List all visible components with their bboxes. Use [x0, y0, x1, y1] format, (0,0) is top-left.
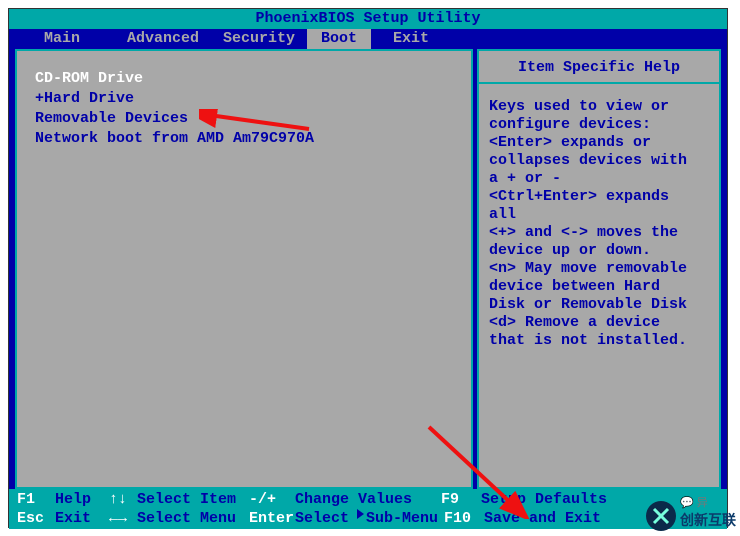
tab-advanced[interactable]: Advanced: [115, 29, 211, 49]
hk-f9: F9: [441, 490, 481, 509]
hk-f10: F10: [444, 509, 484, 528]
hk-f1: F1: [17, 490, 55, 509]
hk-updown-label: Select Item: [137, 490, 249, 509]
help-panel: Item Specific Help Keys used to view or …: [477, 49, 721, 489]
function-key-bar: F1 Help ↑↓ Select Item -/+ Change Values…: [9, 489, 727, 529]
hk-enter: Enter: [249, 509, 295, 528]
help-title: Item Specific Help: [479, 51, 719, 84]
hk-f9-label: Setup Defaults: [481, 490, 607, 509]
title-bar: PhoenixBIOS Setup Utility: [9, 9, 727, 29]
tab-main[interactable]: Main: [9, 29, 115, 49]
hk-enter-label-b: Sub-Menu: [366, 509, 444, 528]
hk-f1-label: Help: [55, 490, 109, 509]
hk-esc: Esc: [17, 509, 55, 528]
watermark-text: 创新互联: [680, 510, 736, 530]
hk-plusminus-label: Change Values: [295, 490, 441, 509]
boot-list[interactable]: CD-ROM Drive +Hard Drive Removable Devic…: [29, 69, 459, 149]
hk-plusminus: -/+: [249, 490, 295, 509]
tab-exit[interactable]: Exit: [371, 29, 451, 49]
tab-boot[interactable]: Boot: [307, 29, 371, 49]
title-text: PhoenixBIOS Setup Utility: [255, 10, 480, 27]
boot-item-removable[interactable]: Removable Devices: [29, 109, 459, 129]
watermark: 💬 异 创新互联: [644, 498, 736, 534]
hk-enter-label-a: Select: [295, 509, 355, 528]
submenu-arrow-icon: [357, 509, 364, 519]
boot-item-cdrom[interactable]: CD-ROM Drive: [29, 69, 459, 89]
hk-esc-label: Exit: [55, 509, 109, 528]
hk-f10-label: Save and Exit: [484, 509, 601, 528]
menu-bar: Main Advanced Security Boot Exit: [9, 29, 727, 49]
watermark-logo-icon: [644, 499, 678, 533]
tab-security[interactable]: Security: [211, 29, 307, 49]
boot-order-panel: CD-ROM Drive +Hard Drive Removable Devic…: [15, 49, 473, 489]
content-area: CD-ROM Drive +Hard Drive Removable Devic…: [9, 49, 727, 489]
hk-leftright-label: Select Menu: [137, 509, 249, 528]
boot-item-hard-drive[interactable]: +Hard Drive: [29, 89, 459, 109]
bios-window: PhoenixBIOS Setup Utility Main Advanced …: [8, 8, 728, 528]
hk-leftright: ←→: [109, 509, 137, 528]
help-body: Keys used to view or configure devices: …: [479, 84, 719, 364]
hk-updown: ↑↓: [109, 490, 137, 509]
boot-item-network[interactable]: Network boot from AMD Am79C970A: [29, 129, 459, 149]
